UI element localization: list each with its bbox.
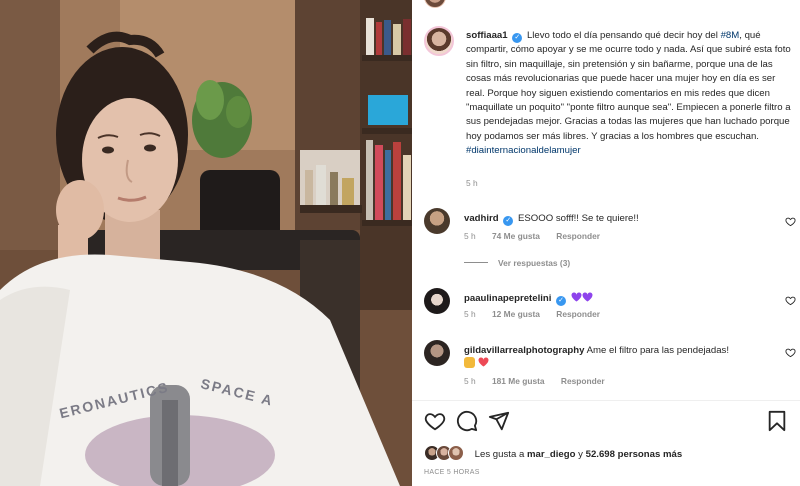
comment-meta: 5 h 12 Me gusta Responder	[464, 309, 614, 319]
comment-username[interactable]: vadhird	[464, 213, 499, 224]
comment-avatar[interactable]	[424, 288, 450, 314]
post-actions-bar	[424, 410, 788, 432]
comment-avatar[interactable]	[424, 340, 450, 366]
reply-button[interactable]: Responder	[561, 376, 605, 386]
raised-hands-emoji-icon	[464, 357, 475, 368]
header-avatar[interactable]	[424, 0, 446, 8]
share-icon[interactable]	[488, 410, 510, 432]
post-detail-panel: soffiaaa1 ✓ Llevo todo el día pensando q…	[412, 0, 800, 486]
red-heart-emoji-icon	[478, 357, 489, 367]
comment-text: ESOOO sofff!! Se te quiere!!	[518, 213, 639, 224]
comment-time[interactable]: 5 h	[464, 376, 476, 386]
comment-avatar[interactable]	[424, 208, 450, 234]
liker-username[interactable]: mar_diego	[527, 449, 576, 460]
author-username[interactable]: soffiaaa1	[466, 30, 508, 41]
caption-text: soffiaaa1 ✓ Llevo todo el día pensando q…	[466, 29, 796, 159]
caption-part-1: Llevo todo el día pensando qué decir hoy…	[526, 30, 721, 41]
likes-middle: y	[575, 449, 586, 460]
comment-time[interactable]: 5 h	[464, 231, 476, 241]
post-photo[interactable]: ERONAUTICS SPACE A	[0, 0, 412, 486]
likes-prefix: Les gusta a	[474, 449, 527, 460]
comment-meta: 5 h 74 Me gusta Responder	[464, 231, 614, 241]
reply-button[interactable]: Responder	[556, 309, 600, 319]
comment-text: Ame el filtro para las pendejadas!	[586, 345, 730, 356]
comment-meta: 5 h 181 Me gusta Responder	[464, 376, 619, 386]
comment-likes[interactable]: 12 Me gusta	[492, 309, 540, 319]
hashtag-diainternacionaldelamujer[interactable]: #diainternacionaldelamujer	[466, 145, 581, 156]
comment-like-heart-icon[interactable]	[785, 347, 796, 358]
comment-body: vadhird ✓ ESOOO sofff!! Se te quiere!!	[464, 212, 764, 226]
caption-part-2: , qué compartir, cómo apoyar y se me ocu…	[466, 30, 791, 142]
post-date[interactable]: HACE 5 HORAS	[424, 469, 480, 476]
comment-like-heart-icon[interactable]	[785, 295, 796, 306]
purple-heart-emoji-icon	[582, 292, 593, 302]
comment-like-heart-icon[interactable]	[785, 216, 796, 227]
comment-body: paaulinapepretelini ✓	[464, 292, 764, 306]
liker-avatar	[448, 445, 464, 461]
comment-time[interactable]: 5 h	[464, 309, 476, 319]
verified-badge-icon: ✓	[503, 216, 514, 226]
caption-time[interactable]: 5 h	[466, 178, 478, 188]
comment-username[interactable]: paaulinapepretelini	[464, 293, 551, 304]
replies-divider-line	[464, 262, 488, 263]
reply-button[interactable]: Responder	[556, 231, 600, 241]
comment-body: gildavillarrealphotography Ame el filtro…	[464, 344, 764, 370]
actions-divider	[412, 400, 800, 401]
verified-badge-icon: ✓	[512, 33, 523, 43]
purple-heart-emoji-icon	[571, 292, 582, 302]
view-replies-label: Ver respuestas (3)	[498, 258, 571, 268]
bookmark-icon[interactable]	[766, 410, 788, 432]
comment-username[interactable]: gildavillarrealphotography	[464, 345, 584, 356]
view-replies-button[interactable]: Ver respuestas (3)	[464, 258, 570, 268]
liker-avatars[interactable]	[424, 445, 468, 461]
hashtag-8m[interactable]: #8M	[721, 30, 740, 41]
comment-likes[interactable]: 74 Me gusta	[492, 231, 540, 241]
heart-icon[interactable]	[424, 410, 446, 432]
likes-summary: Les gusta a mar_diego y 52.698 personas …	[424, 445, 682, 461]
comment-likes[interactable]: 181 Me gusta	[492, 376, 545, 386]
comment-icon[interactable]	[456, 410, 478, 432]
author-avatar[interactable]	[424, 26, 454, 56]
verified-badge-icon: ✓	[556, 296, 567, 306]
likes-count-button[interactable]: 52.698 personas más	[586, 449, 683, 460]
